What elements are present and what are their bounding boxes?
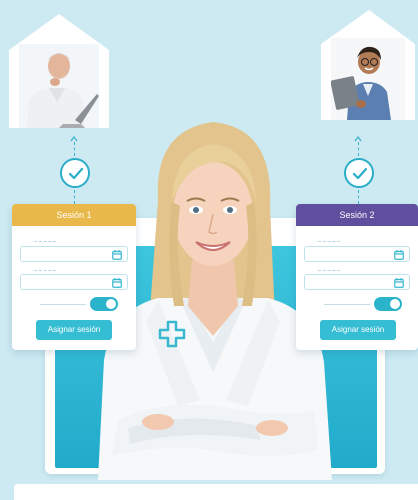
check-circle-left [60,158,90,188]
house-right [319,8,417,120]
check-icon [352,167,368,180]
session-toggle[interactable] [90,297,118,311]
field-label-placeholder [318,270,340,271]
end-date-field[interactable] [20,274,128,290]
patient-child-photo [331,38,405,120]
field-label-placeholder [34,270,56,271]
session-title: Sesión 1 [12,204,136,226]
session-title: Sesión 2 [296,204,418,226]
toggle-knob [390,299,400,309]
calendar-icon [394,250,404,260]
connector-left-top [74,142,75,156]
connector-left-bottom [74,190,75,204]
toggle-label-line [40,304,86,305]
session-toggle[interactable] [374,297,402,311]
assign-session-button[interactable]: Asignar sesión [36,320,112,340]
start-date-field[interactable] [304,246,410,262]
end-date-field[interactable] [304,274,410,290]
connector-right-top [358,142,359,156]
check-icon [68,167,84,180]
calendar-icon [394,278,404,288]
assign-session-button[interactable]: Asignar sesión [320,320,396,340]
calendar-icon [112,250,122,260]
field-label-placeholder [318,241,340,242]
patient-elderly-photo [19,44,99,128]
start-date-field[interactable] [20,246,128,262]
field-label-placeholder [34,241,56,242]
session-card-2: Sesión 2 Asignar sesión [296,204,418,350]
toggle-label-line [324,304,370,305]
session-card-1: Sesión 1 Asignar sesión [12,204,136,350]
calendar-icon [112,278,122,288]
check-circle-right [344,158,374,188]
connector-right-bottom [358,190,359,204]
toggle-knob [106,299,116,309]
bottom-bar [14,484,418,500]
